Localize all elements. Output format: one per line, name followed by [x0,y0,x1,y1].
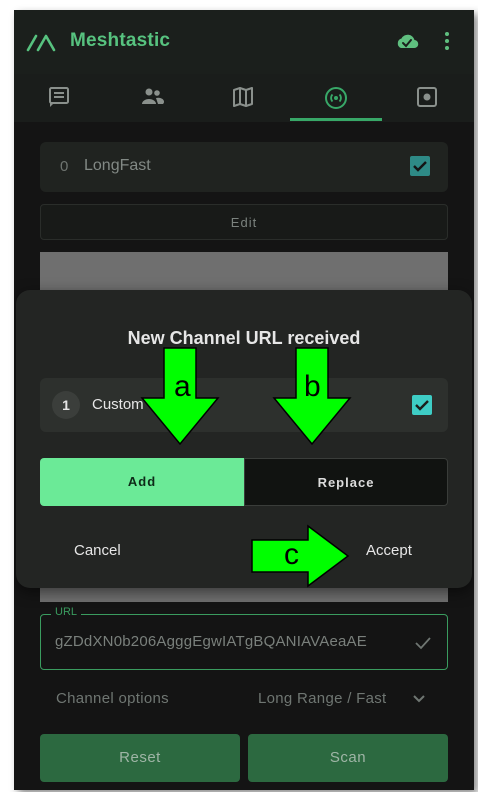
app-title: Meshtastic [70,30,171,51]
scan-button[interactable]: Scan [248,734,448,782]
annotation-label-b: b [304,370,321,403]
checkmark-icon[interactable] [413,633,433,653]
dialog-channel-index: 1 [52,391,80,419]
reset-button[interactable]: Reset [40,734,240,782]
scan-label: Scan [329,749,367,766]
url-field[interactable]: URL gZDdXN0b206AgggEgwIATgBQANIAVAeaAE [40,606,448,670]
map-icon [233,87,253,107]
checkmark-icon [413,161,427,172]
channel-icon [325,87,347,109]
phone-screen: Meshtastic 0 LongFast Edit URL gZDdXN0b2… [14,10,474,790]
checkmark-icon [415,400,429,411]
replace-button[interactable]: Replace [244,458,448,506]
cancel-button[interactable]: Cancel [74,542,121,559]
reset-label: Reset [119,749,161,766]
people-icon [142,88,164,104]
tab-bar [14,74,474,122]
tab-channel[interactable] [290,74,382,122]
meshtastic-logo-icon [26,34,56,52]
annotation-arrow-c-icon [251,524,350,588]
dialog-channel-row[interactable]: 1 Custom [40,378,448,432]
chevron-down-icon[interactable] [412,694,426,704]
cloud-check-icon[interactable] [394,30,420,52]
dialog-title: New Channel URL received [127,328,361,348]
tab-users[interactable] [106,74,198,122]
channel-index: 0 [60,158,69,175]
dialog-channel-name: Custom [92,396,144,413]
channel-row[interactable]: 0 LongFast [40,142,448,192]
add-button[interactable]: Add [40,458,244,506]
edit-button[interactable]: Edit [40,204,448,240]
settings-icon [417,87,437,107]
tab-indicator [290,118,382,121]
channel-checkbox[interactable] [410,156,430,176]
overflow-menu-icon[interactable] [442,30,452,54]
channel-options-value[interactable]: Long Range / Fast [258,690,387,707]
channel-options-label: Channel options [56,690,169,707]
chat-icon [49,87,69,107]
app-bar: Meshtastic [14,10,474,74]
accept-button[interactable]: Accept [366,542,412,559]
replace-label: Replace [317,475,375,490]
dialog-channel-checkbox[interactable] [412,395,432,415]
tab-settings[interactable] [382,74,474,122]
tab-messages[interactable] [14,74,106,122]
new-channel-dialog: New Channel URL received 1 Custom Add Re… [16,290,472,588]
url-label: URL [51,606,82,618]
annotation-label-a: a [174,370,191,403]
add-label: Add [127,474,157,489]
url-value: gZDdXN0b206AgggEgwIATgBQANIAVAeaAE [55,633,367,650]
annotation-label-c: c [284,538,299,571]
tab-map[interactable] [198,74,290,122]
channel-name: LongFast [84,157,151,174]
edit-label: Edit [230,215,258,230]
